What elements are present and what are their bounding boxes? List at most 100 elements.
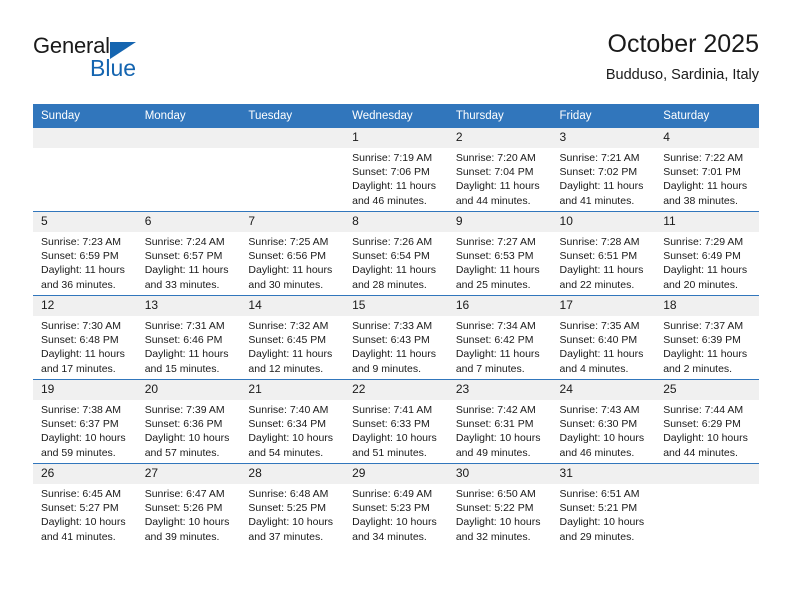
sunrise-text: Sunrise: 7:30 AM [41, 320, 121, 332]
calendar-day-cell-empty [33, 127, 137, 212]
day-number [655, 464, 759, 484]
sunrise-text: Sunrise: 7:24 AM [144, 236, 225, 248]
day-number: 28 [240, 464, 345, 484]
day-number: 24 [551, 380, 656, 400]
daylight-text-line1: Daylight: 11 hours [144, 348, 229, 361]
day-details: Sunrise: 6:51 AM Sunset: 5:21 PM Daylight:… [552, 484, 656, 544]
day-details: Sunrise: 7:37 AM Sunset: 6:39 PM Daylight:… [655, 316, 759, 376]
daylight-text-line2: and 28 minutes. [352, 278, 427, 291]
calendar-day-cell[interactable]: 26 Sunrise: 6:45 AM Sunset: 5:27 PM Dayligh… [33, 463, 137, 547]
daylight-text-line2: and 33 minutes. [144, 278, 220, 291]
sunrise-text: Sunrise: 6:51 AM [559, 488, 640, 500]
daylight-text-line1: Daylight: 11 hours [352, 180, 436, 193]
daylight-text-line2: and 29 minutes. [559, 530, 635, 543]
daylight-text-line1: Daylight: 10 hours [352, 516, 437, 529]
sunrise-text: Sunrise: 7:39 AM [144, 404, 225, 416]
calendar-day-cell[interactable]: 11 Sunrise: 7:29 AM Sunset: 6:49 PM Dayligh… [655, 211, 759, 296]
calendar-day-cell[interactable]: 25 Sunrise: 7:44 AM Sunset: 6:29 PM Dayligh… [655, 379, 759, 464]
page-title: October 2025 [607, 30, 760, 58]
calendar-day-cell[interactable]: 17 Sunrise: 7:35 AM Sunset: 6:40 PM Dayligh… [551, 295, 656, 380]
calendar-day-cell[interactable]: 23 Sunrise: 7:42 AM Sunset: 6:31 PM Dayligh… [447, 379, 552, 464]
day-number: 3 [551, 128, 656, 148]
day-number: 18 [655, 296, 759, 316]
day-details: Sunrise: 7:33 AM Sunset: 6:43 PM Daylight:… [344, 316, 448, 376]
calendar-day-cell[interactable]: 12 Sunrise: 7:30 AM Sunset: 6:48 PM Dayligh… [33, 295, 137, 380]
sunset-text: Sunset: 6:43 PM [352, 334, 430, 347]
calendar-day-cell[interactable]: 5 Sunrise: 7:23 AM Sunset: 6:59 PM Daylight… [33, 211, 137, 296]
daylight-text-line2: and 57 minutes. [144, 446, 220, 459]
calendar-day-cell[interactable]: 18 Sunrise: 7:37 AM Sunset: 6:39 PM Dayligh… [655, 295, 759, 380]
daylight-text-line1: Daylight: 10 hours [352, 432, 437, 445]
calendar-day-cell[interactable]: 30 Sunrise: 6:50 AM Sunset: 5:22 PM Dayligh… [447, 463, 552, 547]
sunset-text: Sunset: 5:27 PM [41, 502, 119, 515]
daylight-text-line1: Daylight: 10 hours [144, 432, 230, 445]
sunset-text: Sunset: 5:22 PM [455, 502, 534, 515]
day-details: Sunrise: 7:28 AM Sunset: 6:51 PM Daylight:… [552, 232, 656, 292]
daylight-text-line1: Daylight: 11 hours [248, 264, 333, 277]
sunset-text: Sunset: 5:21 PM [559, 502, 638, 515]
sunset-text: Sunset: 5:26 PM [144, 502, 223, 515]
day-number: 1 [344, 128, 448, 148]
day-number [33, 128, 137, 148]
calendar-day-cell[interactable]: 29 Sunrise: 6:49 AM Sunset: 5:23 PM Dayligh… [344, 463, 448, 547]
day-details: Sunrise: 7:34 AM Sunset: 6:42 PM Daylight:… [448, 316, 552, 376]
calendar-day-cell[interactable]: 9 Sunrise: 7:27 AM Sunset: 6:53 PM Daylight… [447, 211, 552, 296]
weekday-header-wednesday: Wednesday [344, 104, 448, 128]
calendar-day-cell[interactable]: 4 Sunrise: 7:22 AM Sunset: 7:01 PM Daylight… [655, 127, 759, 212]
sunrise-text: Sunrise: 6:50 AM [455, 488, 536, 500]
day-details: Sunrise: 7:41 AM Sunset: 6:33 PM Daylight:… [344, 400, 448, 460]
weekday-header-thursday: Thursday [447, 104, 552, 128]
calendar-day-cell[interactable]: 13 Sunrise: 7:31 AM Sunset: 6:46 PM Dayligh… [136, 295, 241, 380]
daylight-text-line1: Daylight: 11 hours [663, 348, 748, 361]
day-details: Sunrise: 7:20 AM Sunset: 7:04 PM Daylight:… [448, 148, 552, 208]
sunset-text: Sunset: 7:06 PM [352, 166, 430, 179]
calendar-day-cell[interactable]: 28 Sunrise: 6:48 AM Sunset: 5:25 PM Dayligh… [240, 463, 345, 547]
sunset-text: Sunset: 6:36 PM [144, 418, 223, 431]
day-details: Sunrise: 7:38 AM Sunset: 6:37 PM Daylight:… [33, 400, 137, 460]
daylight-text-line1: Daylight: 10 hours [455, 516, 541, 529]
calendar-day-cell[interactable]: 31 Sunrise: 6:51 AM Sunset: 5:21 PM Dayligh… [551, 463, 656, 547]
day-details: Sunrise: 6:48 AM Sunset: 5:25 PM Daylight:… [240, 484, 344, 544]
day-number: 9 [447, 212, 552, 232]
general-blue-logo[interactable]: General Blue [33, 33, 233, 89]
day-details: Sunrise: 7:19 AM Sunset: 7:06 PM Daylight:… [344, 148, 448, 208]
title-block: October 2025 Budduso, Sardinia, Italy [606, 28, 759, 86]
calendar-day-cell[interactable]: 7 Sunrise: 7:25 AM Sunset: 6:56 PM Daylight… [240, 211, 345, 296]
daylight-text-line2: and 4 minutes. [559, 362, 629, 375]
calendar-day-cell[interactable]: 10 Sunrise: 7:28 AM Sunset: 6:51 PM Dayligh… [551, 211, 656, 296]
calendar-day-cell[interactable]: 8 Sunrise: 7:26 AM Sunset: 6:54 PM Daylight… [344, 211, 448, 296]
daylight-text-line2: and 41 minutes. [41, 530, 116, 543]
daylight-text-line1: Daylight: 10 hours [455, 432, 541, 445]
calendar-day-cell[interactable]: 19 Sunrise: 7:38 AM Sunset: 6:37 PM Dayligh… [33, 379, 137, 464]
sunrise-text: Sunrise: 6:49 AM [352, 488, 433, 500]
daylight-text-line1: Daylight: 10 hours [559, 516, 645, 529]
calendar-day-cell[interactable]: 20 Sunrise: 7:39 AM Sunset: 6:36 PM Dayligh… [136, 379, 241, 464]
calendar-day-cell[interactable]: 14 Sunrise: 7:32 AM Sunset: 6:45 PM Dayligh… [240, 295, 345, 380]
weekday-header-saturday: Saturday [655, 104, 759, 128]
sunrise-text: Sunrise: 7:19 AM [352, 152, 433, 164]
daylight-text-line1: Daylight: 10 hours [248, 516, 334, 529]
weekday-header-tuesday: Tuesday [240, 104, 345, 128]
sunrise-text: Sunrise: 7:43 AM [559, 404, 640, 416]
calendar-day-cell[interactable]: 3 Sunrise: 7:21 AM Sunset: 7:02 PM Daylight… [551, 127, 656, 212]
daylight-text-line2: and 12 minutes. [248, 362, 324, 375]
calendar-day-cell[interactable]: 15 Sunrise: 7:33 AM Sunset: 6:43 PM Dayligh… [344, 295, 448, 380]
daylight-text-line2: and 30 minutes. [248, 278, 324, 291]
sunrise-text: Sunrise: 7:25 AM [248, 236, 329, 248]
day-number: 15 [344, 296, 448, 316]
sunset-text: Sunset: 6:37 PM [41, 418, 119, 431]
sunset-text: Sunset: 7:04 PM [455, 166, 534, 179]
calendar-day-cell[interactable]: 6 Sunrise: 7:24 AM Sunset: 6:57 PM Daylight… [136, 211, 241, 296]
calendar-day-cell[interactable]: 2 Sunrise: 7:20 AM Sunset: 7:04 PM Daylight… [447, 127, 552, 212]
calendar-day-cell[interactable]: 21 Sunrise: 7:40 AM Sunset: 6:34 PM Dayligh… [240, 379, 345, 464]
sunrise-text: Sunrise: 7:42 AM [455, 404, 536, 416]
logo-text-blue: Blue [90, 55, 137, 81]
calendar-day-cell[interactable]: 1 Sunrise: 7:19 AM Sunset: 7:06 PM Daylight… [344, 127, 448, 212]
day-number: 6 [136, 212, 241, 232]
calendar-day-cell[interactable]: 27 Sunrise: 6:47 AM Sunset: 5:26 PM Dayligh… [136, 463, 241, 547]
daylight-text-line2: and 46 minutes. [352, 194, 427, 207]
calendar-day-cell[interactable]: 16 Sunrise: 7:34 AM Sunset: 6:42 PM Dayligh… [447, 295, 552, 380]
calendar-day-cell[interactable]: 24 Sunrise: 7:43 AM Sunset: 6:30 PM Dayligh… [551, 379, 656, 464]
sunrise-text: Sunrise: 7:33 AM [352, 320, 433, 332]
calendar-day-cell[interactable]: 22 Sunrise: 7:41 AM Sunset: 6:33 PM Dayligh… [344, 379, 448, 464]
